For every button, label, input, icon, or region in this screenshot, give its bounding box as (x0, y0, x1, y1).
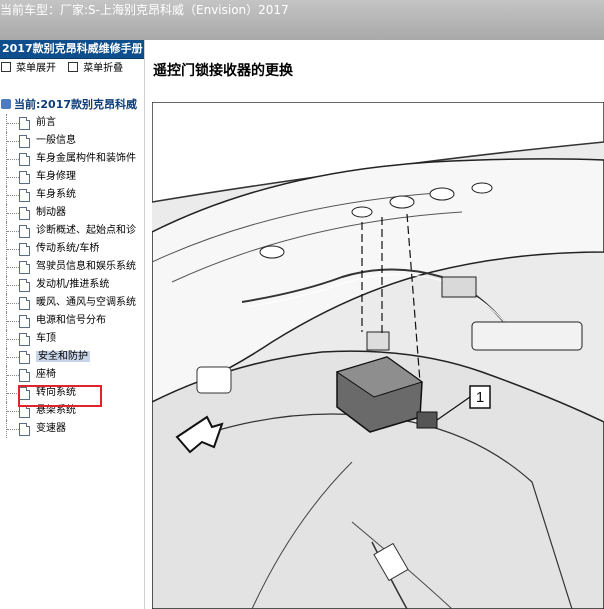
expand-icon (1, 62, 11, 72)
tree-item[interactable]: 制动器 (0, 204, 144, 222)
document-icon (19, 351, 30, 364)
tree-item[interactable]: 车身系统 (0, 186, 144, 204)
page-title: 遥控门锁接收器的更换 (153, 63, 293, 79)
vehicle-diagram: 1 (152, 102, 604, 609)
procedure-illustration: 1 (152, 102, 604, 609)
selection-highlight-box (18, 385, 102, 407)
app-header: 当前车型：厂家:S-上海别克昂科威（Envision）2017 (0, 0, 604, 40)
tree-item[interactable]: 车身修理 (0, 168, 144, 186)
vehicle-info: 当前车型：厂家:S-上海别克昂科威（Envision）2017 (0, 0, 289, 20)
tree-item[interactable]: 发动机/推进系统 (0, 276, 144, 294)
tree-item[interactable]: 驾驶员信息和娱乐系统 (0, 258, 144, 276)
expand-menu-label: 菜单展开 (16, 63, 56, 74)
document-icon (19, 243, 30, 256)
tree-item-label: 安全和防护 (36, 351, 90, 362)
tree-item-label: 变速器 (36, 423, 66, 434)
expand-menu-button[interactable]: 菜单展开 (0, 62, 60, 74)
tree-item[interactable]: 车顶 (0, 330, 144, 348)
document-icon (19, 261, 30, 274)
manual-title: 2017款别克昂科威维修手册 (0, 40, 144, 59)
tree-item[interactable]: 座椅 (0, 366, 144, 384)
document-icon (19, 423, 30, 436)
sidebar: 2017款别克昂科威维修手册 菜单展开 菜单折叠 当前:2017款别克昂科威 前… (0, 40, 145, 609)
document-icon (19, 207, 30, 220)
tree-item-label: 制动器 (36, 207, 66, 218)
tree-item-label: 传动系统/车桥 (36, 243, 100, 254)
tree-item-label: 电源和信号分布 (36, 315, 106, 326)
document-icon (19, 333, 30, 346)
tree-item-label: 车身修理 (36, 171, 76, 182)
document-icon (19, 135, 30, 148)
collapse-menu-button[interactable]: 菜单折叠 (67, 62, 127, 74)
document-icon (19, 171, 30, 184)
tree-item-label: 车身金属构件和装饰件 (36, 153, 136, 164)
tree-item[interactable]: 车身金属构件和装饰件 (0, 150, 144, 168)
collapse-icon (68, 62, 79, 72)
tree-item[interactable]: 变速器 (0, 420, 144, 438)
document-icon (19, 225, 30, 238)
tree-item[interactable]: 前言 (0, 114, 144, 132)
tree-item[interactable]: 诊断概述、起始点和诊 (0, 222, 144, 240)
document-icon (19, 315, 30, 328)
document-icon (19, 153, 30, 166)
car-label: 当前车型： (0, 3, 61, 17)
tree-item-label: 诊断概述、起始点和诊 (36, 225, 136, 236)
tree-item-label: 车身系统 (36, 189, 76, 200)
document-icon (19, 117, 30, 130)
menu-toolbar: 菜单展开 菜单折叠 (0, 59, 144, 79)
tree-root[interactable]: 当前:2017款别克昂科威 (0, 96, 144, 114)
tree-item[interactable]: 暖风、通风与空调系统 (0, 294, 144, 312)
callout-1-label: 1 (476, 389, 484, 406)
content-pane: 遥控门锁接收器的更换 1 (145, 40, 604, 609)
book-icon (1, 99, 11, 109)
document-icon (19, 297, 30, 310)
tree-item[interactable]: 安全和防护 (0, 348, 144, 366)
tree-item-label: 驾驶员信息和娱乐系统 (36, 261, 136, 272)
tree-item-label: 车顶 (36, 333, 56, 344)
document-icon (19, 189, 30, 202)
manufacturer-text: 厂家:S-上海别克昂科威（Envision）2017 (60, 3, 289, 17)
document-icon (19, 369, 30, 382)
tree-item-label: 前言 (36, 117, 56, 128)
tree-item-label: 座椅 (36, 369, 56, 380)
tree-item[interactable]: 电源和信号分布 (0, 312, 144, 330)
tree-root-label: 当前:2017款别克昂科威 (14, 98, 138, 111)
tree-item-label: 暖风、通风与空调系统 (36, 297, 136, 308)
document-icon (19, 279, 30, 292)
tree-item[interactable]: 一般信息 (0, 132, 144, 150)
tree-item-label: 发动机/推进系统 (36, 279, 110, 290)
collapse-menu-label: 菜单折叠 (83, 63, 124, 74)
tree-item[interactable]: 传动系统/车桥 (0, 240, 144, 258)
tree-item-label: 一般信息 (36, 135, 76, 146)
